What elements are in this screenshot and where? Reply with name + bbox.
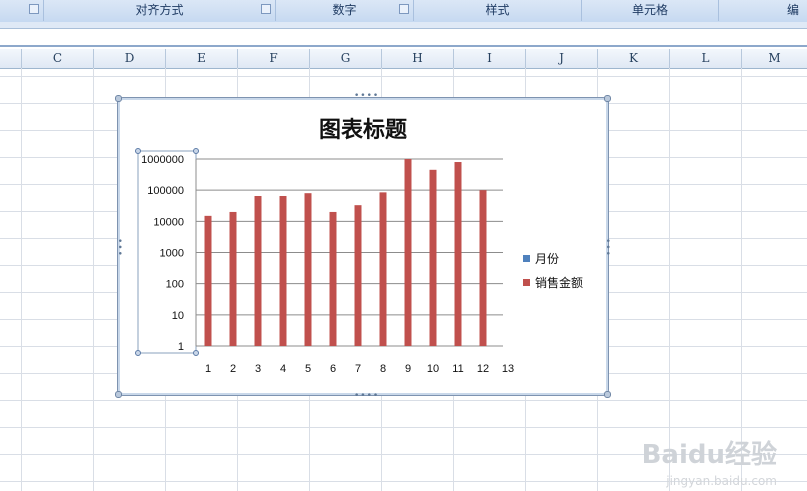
x-tick-label: 2 — [230, 363, 236, 375]
resize-handle-top-left[interactable] — [115, 95, 122, 102]
bar-sales-8[interactable] — [379, 192, 387, 346]
column-header-h[interactable]: H — [382, 49, 454, 68]
resize-handle-bottom-left[interactable] — [115, 391, 122, 398]
x-tick-label: 11 — [452, 363, 463, 375]
legend-swatch-icon — [523, 278, 530, 286]
ribbon-group-editing[interactable]: 编 — [719, 0, 807, 21]
y-tick-label: 10000 — [153, 216, 184, 228]
legend-item-sales: 销售金额 — [523, 270, 583, 294]
ribbon-group-prev[interactable] — [0, 0, 44, 21]
y-tick-label: 100 — [166, 279, 184, 291]
chart-object[interactable]: 图表标题 1 10 100 1000 10000 100000 1000000 1 2 3 4 5 6 7… — [114, 91, 612, 401]
column-header-f[interactable]: F — [238, 49, 310, 68]
x-tick-label: 6 — [330, 363, 336, 375]
column-header-i[interactable]: I — [454, 49, 526, 68]
bar-sales-6[interactable] — [329, 211, 337, 346]
legend-swatch-icon — [523, 254, 530, 262]
y-tick-label: 1000000 — [141, 154, 184, 166]
ribbon-group-alignment[interactable]: 对齐方式 — [44, 0, 276, 21]
ribbon-group-label: 样式 — [485, 3, 510, 17]
dialog-launcher-icon[interactable] — [29, 4, 39, 14]
dialog-launcher-icon[interactable] — [399, 4, 409, 14]
bar-sales-2[interactable] — [229, 211, 237, 346]
ribbon-group-labels: 对齐方式 数字 样式 单元格 编 — [0, 0, 807, 22]
ribbon-group-label: 数字 — [332, 3, 357, 17]
bar-sales-3[interactable] — [254, 195, 262, 346]
axis-handle[interactable] — [135, 350, 141, 356]
watermark-url: jingyan.baidu.com — [666, 474, 777, 488]
ribbon-group-number[interactable]: 数字 — [276, 0, 414, 21]
select-all-corner[interactable] — [0, 49, 22, 68]
resize-handle-top-right[interactable] — [604, 95, 611, 102]
column-header-row: C D E F G H I J K L M — [0, 49, 807, 69]
column-header-g[interactable]: G — [310, 49, 382, 68]
y-tick-label: 1000 — [160, 248, 184, 260]
ribbon-group-label: 编 — [786, 3, 799, 17]
ribbon-group-label: 单元格 — [631, 3, 668, 17]
resize-handle-bottom-right[interactable] — [604, 391, 611, 398]
x-tick-label: 8 — [380, 363, 386, 375]
column-header-c[interactable]: C — [22, 49, 94, 68]
column-header-e[interactable]: E — [166, 49, 238, 68]
x-tick-label: 1 — [205, 363, 211, 375]
bar-sales-10[interactable] — [429, 169, 437, 346]
x-tick-label: 5 — [305, 363, 311, 375]
bar-sales-11[interactable] — [454, 162, 462, 346]
axis-handle[interactable] — [193, 350, 199, 356]
bar-sales-12[interactable] — [479, 190, 487, 346]
ribbon-group-label: 对齐方式 — [135, 3, 184, 17]
legend-item-month: 月份 — [523, 246, 583, 270]
axis-handle[interactable] — [193, 148, 199, 154]
column-header-l[interactable]: L — [670, 49, 742, 68]
ribbon-group-cells[interactable]: 单元格 — [582, 0, 719, 21]
y-tick-label: 1 — [178, 341, 184, 353]
x-tick-label: 4 — [280, 363, 286, 375]
x-tick-label: 9 — [405, 363, 411, 375]
bar-sales-5[interactable] — [304, 193, 312, 346]
column-header-j[interactable]: J — [526, 49, 598, 68]
resize-handle-left[interactable]: ••• — [114, 238, 124, 257]
x-tick-label: 12 — [477, 363, 489, 375]
resize-handle-right[interactable]: ••• — [602, 238, 612, 257]
column-header-k[interactable]: K — [598, 49, 670, 68]
y-tick-label: 100000 — [147, 185, 184, 197]
axis-handle[interactable] — [135, 148, 141, 154]
bar-sales-9[interactable] — [404, 159, 412, 346]
formula-bar[interactable] — [0, 29, 807, 47]
x-tick-label: 7 — [355, 363, 361, 375]
bar-sales-1[interactable] — [204, 215, 212, 346]
x-tick-label: 10 — [427, 363, 439, 375]
legend-label: 销售金额 — [535, 275, 584, 290]
resize-handle-bottom[interactable]: •••• — [354, 391, 379, 401]
column-header-m[interactable]: M — [742, 49, 807, 68]
bar-sales-4[interactable] — [279, 195, 287, 346]
bar-sales-7[interactable] — [354, 205, 362, 346]
y-tick-label: 10 — [172, 310, 184, 322]
watermark-logo: Baidu经验 — [641, 440, 777, 470]
resize-handle-top[interactable]: •••• — [354, 91, 379, 101]
x-tick-label: 13 — [502, 363, 514, 375]
dialog-launcher-icon[interactable] — [261, 4, 271, 14]
legend-label: 月份 — [535, 251, 560, 266]
ribbon-group-styles[interactable]: 样式 — [414, 0, 582, 21]
ribbon-border — [0, 22, 807, 29]
chart-legend[interactable]: 月份 销售金额 — [523, 246, 583, 294]
column-header-d[interactable]: D — [94, 49, 166, 68]
x-tick-label: 3 — [255, 363, 261, 375]
